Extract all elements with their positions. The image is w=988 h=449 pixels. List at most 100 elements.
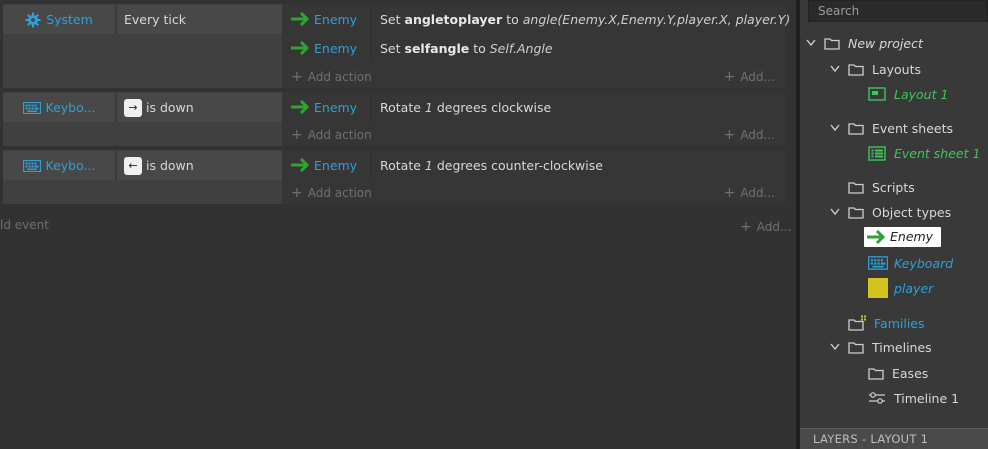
condition-object[interactable]: System <box>3 5 115 34</box>
actions-column: Enemy Rotate 1 degrees clockwise + Add ac… <box>282 92 785 146</box>
condition-separator <box>115 5 117 34</box>
action-object[interactable]: Enemy <box>290 93 374 121</box>
add-label: Add... <box>740 186 775 200</box>
plus-icon: + <box>723 185 736 201</box>
tree-label: Event sheets <box>872 120 954 136</box>
tree-item-eases[interactable]: Eases <box>868 362 928 384</box>
tree-label: Layout 1 <box>894 86 949 102</box>
caret-down-icon <box>830 65 840 73</box>
add-event-button[interactable]: ld event <box>0 215 49 235</box>
action-text[interactable]: Set selfangle to Self.Angle <box>380 34 553 62</box>
action-text[interactable]: Rotate 1 degrees counter-clockwise <box>380 151 603 179</box>
project-bar: Search New project Layouts Layout 1 Even… <box>800 0 988 449</box>
action-object[interactable]: Enemy <box>290 151 374 179</box>
tree-item-scripts[interactable]: Scripts <box>848 176 915 198</box>
action-separator <box>370 151 372 179</box>
keyboard-icon <box>22 101 41 114</box>
condition-object-name: Keybo... <box>45 100 96 115</box>
action-value: Self.Angle <box>489 40 553 56</box>
event-row[interactable]: System Every tick Enemy Set angletoplaye… <box>3 4 790 88</box>
add-button[interactable]: + Add... <box>724 67 775 87</box>
condition-row[interactable]: System Every tick <box>3 5 282 34</box>
folder-icon <box>848 122 864 135</box>
action-object-name: Enemy <box>314 40 358 56</box>
tree-item-layout-1[interactable]: Layout 1 <box>868 83 948 105</box>
actions-column: Enemy Set angletoplayer to angle(Enemy.X… <box>282 4 790 88</box>
action-text[interactable]: Rotate 1 degrees clockwise <box>380 93 551 121</box>
condition-object[interactable]: Keybo... <box>3 93 115 122</box>
keyboard-icon <box>22 159 41 172</box>
event-sheet: System Every tick Enemy Set angletoplaye… <box>0 0 796 449</box>
action-object-name: Enemy <box>314 11 358 27</box>
condition-text[interactable]: ← is down <box>124 151 194 180</box>
tree-item-event-sheet-1[interactable]: Event sheet 1 <box>868 142 980 164</box>
add-label: Add... <box>740 128 775 142</box>
tree-item-layouts[interactable]: Layouts <box>830 58 921 80</box>
tree-item-enemy[interactable]: Enemy <box>864 225 942 248</box>
plus-icon: + <box>291 185 303 201</box>
action-verb: Set <box>380 11 401 27</box>
action-row[interactable]: Enemy Set selfangle to Self.Angle <box>282 34 785 62</box>
tree-item-new-project[interactable]: New project <box>806 32 923 54</box>
left-arrow-key-icon: ← <box>124 156 142 175</box>
arrow-right-icon <box>867 229 886 244</box>
caret-down-icon <box>830 208 840 216</box>
condition-row[interactable]: Keybo... → is down <box>3 93 282 122</box>
action-object[interactable]: Enemy <box>290 34 374 62</box>
condition-text[interactable]: Every tick <box>124 5 186 34</box>
plus-icon: + <box>740 219 752 235</box>
search-input[interactable]: Search <box>808 0 988 22</box>
layers-bar-header[interactable]: LAYERS - LAYOUT 1 <box>800 428 988 449</box>
add-action-button[interactable]: + Add action <box>291 125 372 145</box>
tree-item-object-types[interactable]: Object types <box>830 201 951 223</box>
action-row[interactable]: Enemy Rotate 1 degrees counter-clockwise <box>282 151 785 179</box>
folder-icon <box>868 367 884 380</box>
folder-icon <box>848 181 864 194</box>
add-button[interactable]: + Add... <box>740 217 791 237</box>
action-separator <box>370 93 372 121</box>
actions-column: Enemy Rotate 1 degrees counter-clockwise… <box>282 150 785 204</box>
folder-icon <box>848 206 864 219</box>
tree-label: Eases <box>892 365 929 381</box>
plus-icon: + <box>291 69 303 85</box>
tree-item-families[interactable]: Families <box>848 312 925 334</box>
plus-icon: + <box>723 127 736 143</box>
action-object[interactable]: Enemy <box>290 5 374 33</box>
tree-item-timelines[interactable]: Timelines <box>830 336 932 358</box>
layout-icon <box>868 87 886 101</box>
event-sheet-icon <box>868 145 886 161</box>
condition-label: is down <box>146 100 194 115</box>
condition-text[interactable]: → is down <box>124 93 194 122</box>
tree-label: Event sheet 1 <box>894 145 981 161</box>
condition-object-name: Keybo... <box>45 158 96 173</box>
condition-object[interactable]: Keybo... <box>3 151 115 180</box>
action-text[interactable]: Set angletoplayer to angle(Enemy.X,Enemy… <box>380 5 790 33</box>
event-row[interactable]: Keybo... → is down Enemy Rotate 1 degree… <box>3 92 785 146</box>
action-value: 1 <box>424 99 433 115</box>
tree-item-event-sheets[interactable]: Event sheets <box>830 117 953 139</box>
condition-object-name: System <box>46 12 93 27</box>
project-tree: New project Layouts Layout 1 Event sheet… <box>800 26 988 426</box>
add-button[interactable]: + Add... <box>724 125 775 145</box>
caret-down-icon <box>830 124 840 132</box>
action-separator <box>370 5 372 33</box>
action-separator <box>370 34 372 62</box>
event-row[interactable]: Keybo... ← is down Enemy Rotate 1 degree… <box>3 150 785 204</box>
condition-row[interactable]: Keybo... ← is down <box>3 151 282 180</box>
tree-item-keyboard[interactable]: Keyboard <box>868 252 953 274</box>
tree-item-player[interactable]: player <box>868 277 933 299</box>
add-label: Add... <box>740 70 775 84</box>
add-action-button[interactable]: + Add action <box>291 67 372 87</box>
plus-icon: + <box>723 69 736 85</box>
action-verb: Rotate <box>380 99 421 115</box>
action-row[interactable]: Enemy Rotate 1 degrees clockwise <box>282 93 785 121</box>
action-row[interactable]: Enemy Set angletoplayer to angle(Enemy.X… <box>282 5 790 33</box>
add-button[interactable]: + Add... <box>724 183 775 203</box>
add-action-label: Add action <box>307 70 372 84</box>
tree-label: Enemy <box>890 229 934 244</box>
tree-item-timeline-1[interactable]: Timeline 1 <box>868 387 959 409</box>
families-folder-icon <box>848 315 866 331</box>
add-action-button[interactable]: + Add action <box>291 183 372 203</box>
condition-column: Keybo... → is down <box>3 92 282 146</box>
add-label: Add... <box>756 220 792 234</box>
